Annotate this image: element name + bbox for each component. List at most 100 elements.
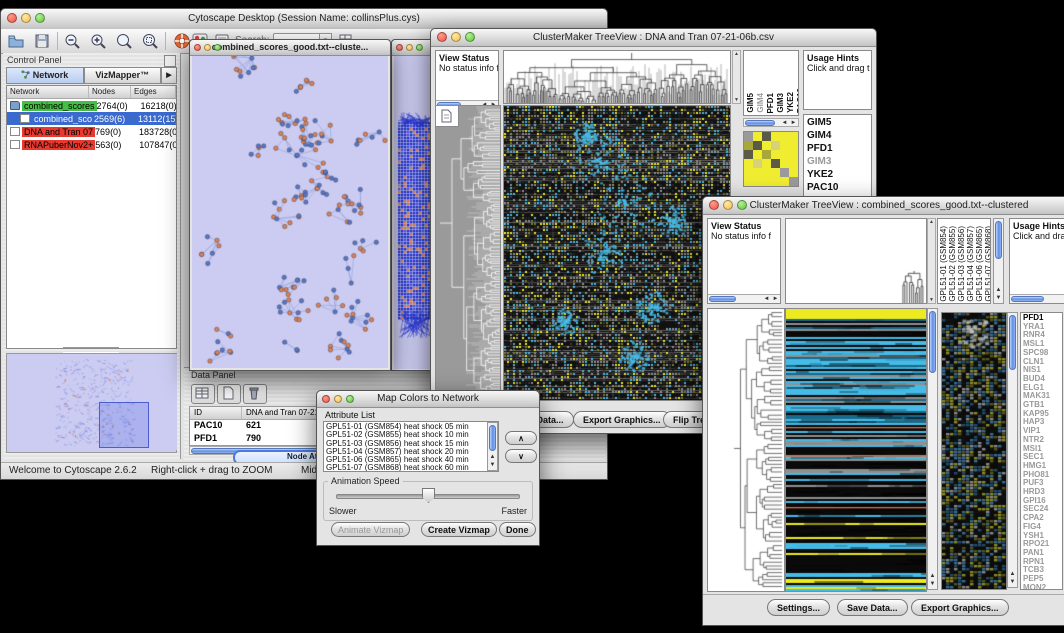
- scroll-up-icon[interactable]: ▲: [488, 453, 497, 461]
- scroll-down-icon[interactable]: ▼: [488, 461, 497, 469]
- tab-network[interactable]: Network: [6, 67, 84, 84]
- speed-slider-thumb[interactable]: [422, 488, 435, 503]
- gene-list-panel[interactable]: PFD1YRA1RNR4MSL1SPC98CLN1NIS1BUD4ELG1MAK…: [1020, 312, 1063, 590]
- column-dendrogram-canvas[interactable]: [785, 218, 927, 304]
- move-down-button[interactable]: ∨: [505, 449, 537, 463]
- float-panel-icon[interactable]: [164, 55, 176, 67]
- zoom-button[interactable]: [465, 32, 475, 42]
- column-label[interactable]: GIM3: [776, 93, 785, 113]
- scroll-down-icon[interactable]: ▼: [928, 580, 937, 588]
- column-labels-panel[interactable]: GIM5GIM4PFD1GIM3YKE2PAC10: [743, 50, 799, 116]
- labels-hscrollbar[interactable]: ◄ ►: [743, 118, 799, 127]
- network-view-titlebar[interactable]: combined_scores_good.txt--cluste...: [190, 40, 390, 56]
- zoom-fit-icon[interactable]: [115, 32, 133, 50]
- scroll-down-icon[interactable]: ▼: [929, 297, 934, 303]
- column-label[interactable]: GPL51-02 (GSM855): [948, 226, 957, 302]
- tab-overflow-button[interactable]: ▶: [161, 67, 177, 84]
- scroll-up-icon[interactable]: ▲: [929, 219, 934, 225]
- column-label[interactable]: YKE2: [786, 92, 795, 113]
- scroll-right-icon[interactable]: ►: [789, 119, 798, 127]
- zoom-in-icon[interactable]: [89, 32, 107, 50]
- mini-vscrollbar[interactable]: ▲▼: [927, 218, 936, 304]
- secondary-heatmap-canvas[interactable]: [941, 312, 1007, 590]
- scrollbar-thumb[interactable]: [1011, 296, 1044, 302]
- attribute-list-item[interactable]: GPL51-07 (GSM868) heat shock 60 min: [326, 464, 496, 472]
- scroll-up-icon[interactable]: ▲: [1008, 570, 1017, 578]
- col-network[interactable]: Network: [7, 86, 89, 98]
- column-label[interactable]: GIM5: [746, 93, 755, 113]
- col-id[interactable]: ID: [190, 407, 242, 419]
- column-dendrogram-canvas[interactable]: [503, 50, 731, 104]
- column-label[interactable]: GPL51-03 (GSM856): [957, 226, 966, 302]
- scroll-up-icon[interactable]: ▲: [928, 572, 937, 580]
- scroll-up-icon[interactable]: ▲: [734, 51, 739, 57]
- dialog-action-button[interactable]: Done: [499, 522, 536, 537]
- scroll-left-icon[interactable]: ◄: [780, 119, 789, 127]
- treeview1-action-button[interactable]: Export Graphics...: [573, 411, 671, 428]
- table-mode-icon[interactable]: [191, 384, 215, 404]
- gene-label[interactable]: GIM3: [807, 155, 871, 168]
- minimize-button[interactable]: [334, 395, 342, 403]
- column-label[interactable]: PAC10: [796, 88, 799, 113]
- minimize-button[interactable]: [204, 44, 211, 51]
- scrollbar-thumb[interactable]: [489, 425, 496, 451]
- zoom-button[interactable]: [35, 13, 45, 23]
- close-button[interactable]: [437, 32, 447, 42]
- gene-label[interactable]: PFD1: [807, 142, 871, 155]
- scrollbar-thumb[interactable]: [1009, 315, 1016, 370]
- treeview2-titlebar[interactable]: ClusterMaker TreeView : combined_scores_…: [703, 197, 1064, 215]
- zoom-button[interactable]: [737, 200, 747, 210]
- heatmap-canvas[interactable]: [785, 308, 927, 592]
- view-status-hscrollbar[interactable]: ◄ ►: [708, 294, 780, 303]
- labels-vscrollbar[interactable]: ▲ ▼: [993, 218, 1004, 304]
- network-table-row[interactable]: combined_sco 2569(6) 13112(15): [7, 112, 176, 125]
- usage-hints-hscrollbar[interactable]: [1010, 294, 1064, 303]
- scrollbar-thumb[interactable]: [929, 311, 936, 373]
- scroll-down-icon[interactable]: ▼: [1008, 578, 1017, 586]
- column-label[interactable]: GPL51-06 (GSM865): [975, 226, 984, 302]
- network-table-row[interactable]: combined_scores 2764(0) 16218(0): [7, 99, 176, 112]
- gene-label[interactable]: MON2: [1023, 584, 1062, 590]
- network-table-header[interactable]: Network Nodes Edges: [7, 86, 176, 99]
- network-overview-panel[interactable]: [6, 353, 177, 453]
- scrollbar-thumb[interactable]: [745, 120, 775, 126]
- heatmap-canvas[interactable]: [503, 105, 731, 401]
- network-table-row[interactable]: DNA and Tran 07 769(0) 183728(0): [7, 125, 176, 138]
- dialog-action-button[interactable]: Create Vizmap: [421, 522, 497, 537]
- row-dendrogram-canvas[interactable]: [707, 308, 785, 592]
- move-up-button[interactable]: ∧: [505, 431, 537, 445]
- network-canvas[interactable]: [192, 56, 388, 368]
- treeview2-action-button[interactable]: Export Graphics...: [911, 599, 1009, 616]
- column-label[interactable]: GPL51-07 (GSM868): [984, 226, 991, 302]
- zoom-button[interactable]: [346, 395, 354, 403]
- main-titlebar[interactable]: Cytoscape Desktop (Session Name: collins…: [1, 9, 607, 30]
- gene-label[interactable]: YKE2: [807, 168, 871, 181]
- delete-attribute-icon[interactable]: [243, 384, 267, 404]
- gene-label[interactable]: PAC10: [807, 181, 871, 194]
- save-icon[interactable]: [33, 32, 51, 50]
- column-label[interactable]: GPL51-04 (GSM857): [966, 226, 975, 302]
- row-dendrogram-canvas[interactable]: [435, 105, 501, 397]
- column-label[interactable]: GPL51-01 (GSM854): [939, 226, 948, 302]
- tree-anchor-box[interactable]: [435, 105, 459, 127]
- zoom-button[interactable]: [416, 44, 423, 51]
- dialog-action-button[interactable]: Animate Vizmap: [331, 522, 410, 537]
- new-attribute-icon[interactable]: [217, 384, 241, 404]
- scroll-left-icon[interactable]: ◄: [762, 295, 771, 303]
- attribute-list-vscrollbar[interactable]: ▲ ▼: [487, 422, 498, 471]
- minimize-button[interactable]: [451, 32, 461, 42]
- treeview2-action-button[interactable]: Save Data...: [837, 599, 908, 616]
- close-button[interactable]: [194, 44, 201, 51]
- scroll-right-icon[interactable]: ►: [771, 295, 780, 303]
- attribute-listbox[interactable]: GPL51-01 (GSM854) heat shock 05 minGPL51…: [323, 421, 499, 472]
- scrollbar-thumb[interactable]: [709, 296, 736, 302]
- zoom-out-icon[interactable]: [63, 32, 81, 50]
- scroll-down-icon[interactable]: ▼: [734, 97, 739, 103]
- network-table-row[interactable]: RNAPuberNov2+ 563(0) 107847(0): [7, 138, 176, 151]
- col-edges[interactable]: Edges: [131, 86, 176, 98]
- zoom-selected-icon[interactable]: [141, 32, 159, 50]
- scroll-up-icon[interactable]: ▲: [994, 286, 1003, 294]
- close-button[interactable]: [396, 44, 403, 51]
- heatmap-vscrollbar[interactable]: ▲ ▼: [927, 308, 938, 590]
- genes-vscrollbar[interactable]: ▲ ▼: [1007, 312, 1018, 588]
